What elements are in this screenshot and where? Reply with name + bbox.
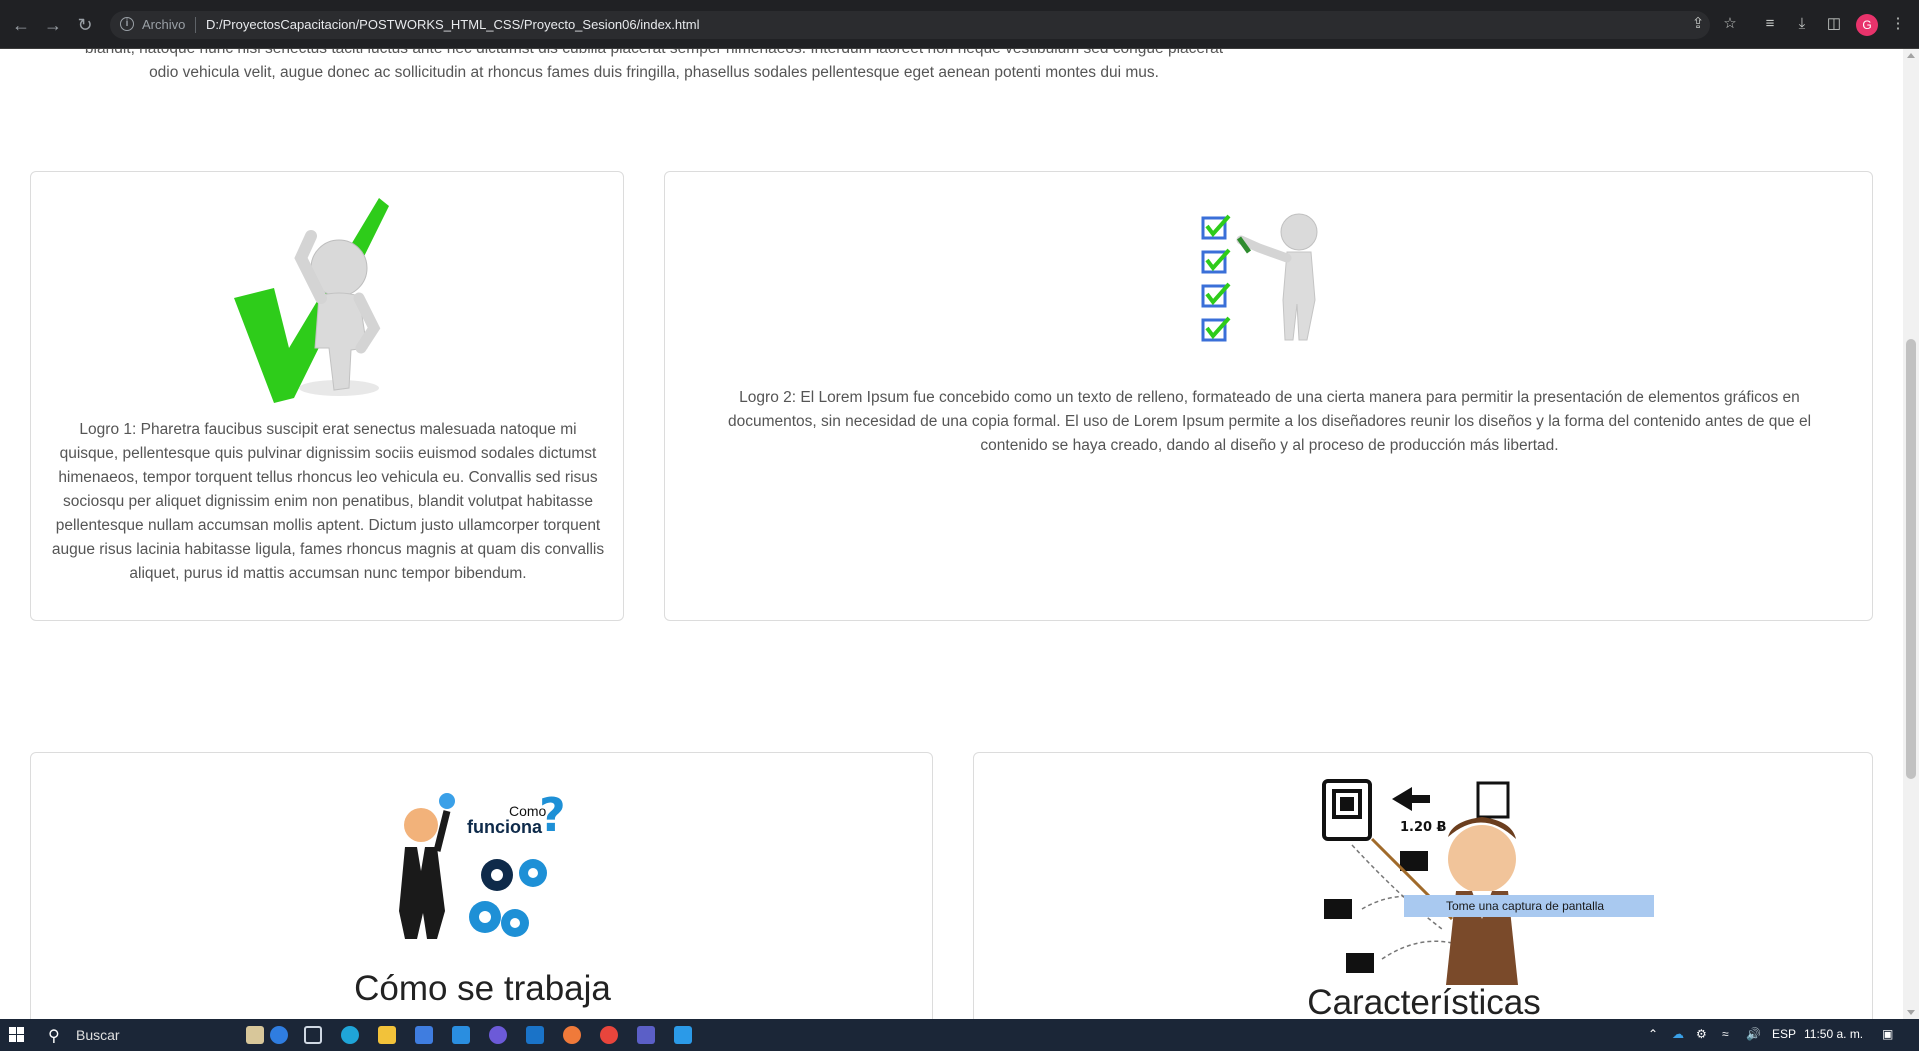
teams-icon[interactable] (637, 1026, 655, 1044)
menu-kebab-icon[interactable]: ⋮ (1888, 14, 1908, 34)
screenshot-tooltip[interactable]: Tome una captura de pantalla (1404, 895, 1654, 917)
intro-line-2: odio vehicula velit, augue donec ac soll… (149, 64, 1159, 81)
back-arrow-icon[interactable]: ← (10, 14, 32, 36)
network-icon[interactable]: ≈ (1722, 1027, 1729, 1041)
funciona-label: funciona (467, 817, 542, 837)
logro-2-text: Logro 2: El Lorem Ipsum fue concebido co… (727, 389, 1812, 454)
price-label: 1.20 Ƀ (1400, 820, 1447, 835)
logro-card-2: Logro 2: El Lorem Ipsum fue concebido co… (664, 171, 1873, 621)
vscode-icon[interactable] (674, 1026, 692, 1044)
app-orange-icon[interactable] (563, 1026, 581, 1044)
scroll-down-arrow-icon[interactable] (1907, 1010, 1915, 1015)
profile-avatar[interactable]: G (1856, 14, 1878, 36)
notifications-icon[interactable]: ▣ (1882, 1027, 1893, 1041)
share-icon[interactable]: ⇪ (1688, 14, 1708, 34)
card-title-como-se-trabaja: Cómo se trabaja (354, 969, 611, 1008)
checkmark-figure-image (234, 198, 389, 403)
store-icon[interactable] (415, 1026, 433, 1044)
search-icon[interactable]: ⚲ (48, 1026, 60, 1046)
chrome-icon[interactable] (600, 1026, 618, 1044)
windows-start-icon[interactable] (9, 1027, 25, 1043)
info-icon[interactable]: i (120, 17, 134, 31)
file-explorer-icon[interactable] (378, 1026, 396, 1044)
presenter-network-image: 1.20 Ƀ (1322, 779, 1518, 985)
url-text[interactable]: D:/ProyectosCapacitacion/POSTWORKS_HTML_… (206, 17, 699, 32)
chat-icon[interactable] (270, 1026, 288, 1044)
reload-icon[interactable]: ↻ (74, 14, 96, 36)
onedrive-icon[interactable]: ☁ (1672, 1027, 1684, 1041)
tray-chevron-up-icon[interactable]: ⌃ (1648, 1027, 1658, 1041)
browser-toolbar: ← → ↻ i Archivo D:/ProyectosCapacitacion… (0, 0, 1919, 49)
logro-1-text: Logro 1: Pharetra faucibus suscipit erat… (51, 421, 605, 582)
edge-icon[interactable] (341, 1026, 359, 1044)
checklist-figure-image (1201, 213, 1318, 342)
clock[interactable]: 11:50 a. m. (1804, 1027, 1863, 1041)
forward-arrow-icon[interactable]: → (42, 14, 64, 36)
task-view-icon[interactable] (304, 1026, 322, 1044)
page-scrollbar[interactable] (1903, 49, 1919, 1019)
bookmark-star-icon[interactable]: ☆ (1720, 14, 1740, 34)
tray-app-icon[interactable]: ⚙ (1696, 1027, 1707, 1041)
volume-icon[interactable]: 🔊 (1746, 1027, 1761, 1041)
mail-icon[interactable] (452, 1026, 470, 1044)
windows-taskbar: ⚲ Buscar ⌃ ☁ ⚙ ≈ 🔊 ESP 11:50 a. m. ▣ (0, 1019, 1919, 1051)
taskbar-search-label[interactable]: Buscar (76, 1027, 120, 1043)
scheme-label: Archivo (142, 17, 186, 32)
scroll-up-arrow-icon[interactable] (1907, 53, 1915, 58)
address-bar[interactable]: i Archivo D:/ProyectosCapacitacion/POSTW… (110, 11, 1710, 39)
widgets-icon[interactable] (246, 1026, 264, 1044)
outlook-icon[interactable] (526, 1026, 544, 1044)
intro-line-1: blandit, natoque nunc nisi senectus taci… (54, 49, 1254, 61)
feature-card-como-se-trabaja: ? Como funciona Cómo se trabaja (30, 752, 933, 1019)
feature-card-caracteristicas: 1.20 Ƀ Características (973, 752, 1873, 1019)
page-viewport: blandit, natoque nunc nisi senectus taci… (0, 49, 1903, 1019)
intro-paragraph: blandit, natoque nunc nisi senectus taci… (54, 49, 1254, 85)
side-panel-icon[interactable]: ◫ (1824, 14, 1844, 34)
language-indicator[interactable]: ESP (1772, 1027, 1796, 1041)
card-title-caracteristicas: Características (1307, 983, 1541, 1019)
download-icon[interactable]: ⤓ (1792, 14, 1812, 34)
app-icon[interactable] (489, 1026, 507, 1044)
como-funciona-image: ? (399, 791, 566, 939)
scroll-thumb[interactable] (1906, 339, 1916, 779)
reading-list-icon[interactable]: ≡ (1760, 14, 1780, 34)
logro-card-1: Logro 1: Pharetra faucibus suscipit erat… (30, 171, 624, 621)
divider (195, 17, 196, 33)
